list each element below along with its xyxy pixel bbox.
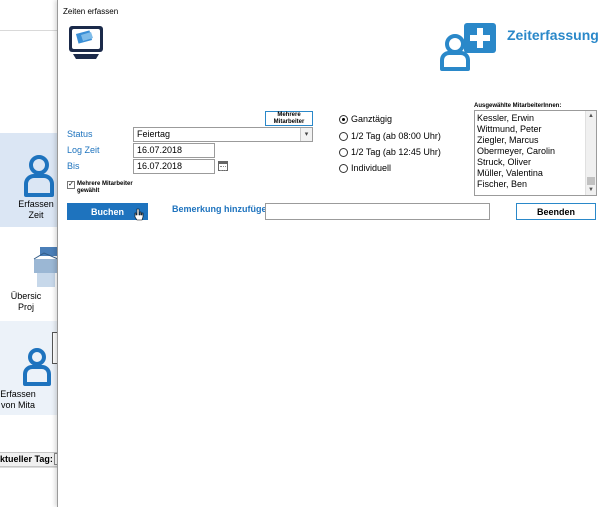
nav-item-uebersicht-projekte[interactable]: Übersic Proj [0, 227, 58, 321]
radio-halb-nachmittag[interactable]: 1/2 Tag (ab 12:45 Uhr) [339, 147, 441, 157]
user-icon [23, 348, 51, 386]
app-logo-icon [69, 26, 103, 59]
status-select[interactable]: Feiertag ▾ [133, 127, 313, 142]
projects-icon [33, 247, 58, 287]
employee-list-item[interactable]: Obermeyer, Carolin [477, 146, 583, 157]
employee-list-item[interactable]: Ziegler, Marcus [477, 135, 583, 146]
employees-list: Kessler, Erwin Wittmund, Peter Ziegler, Ma… [477, 113, 583, 190]
bis-input[interactable]: 16.07.2018 [133, 159, 215, 174]
dialog-title: Zeiten erfassen [63, 7, 119, 16]
employee-list-item[interactable]: Müller, Valentina [477, 168, 583, 179]
side-navigation: Erfassen Zeit Übersic Proj Erfassen von … [0, 133, 58, 423]
radio-halb-vormittag[interactable]: 1/2 Tag (ab 08:00 Uhr) [339, 131, 441, 141]
employees-list-title: Ausgewählte MitarbeiterInnen: [474, 103, 562, 109]
chevron-up-icon[interactable]: ▲ [586, 111, 596, 121]
nav-item-erfassen-zeit[interactable]: Erfassen Zeit [0, 133, 58, 227]
bottom-panel [0, 467, 58, 507]
radio-button[interactable] [339, 163, 348, 173]
radio-label: 1/2 Tag (ab 12:45 Uhr) [351, 147, 441, 157]
scroll-thumb[interactable] [587, 177, 595, 185]
mehrere-mitarbeiter-checkbox[interactable]: ✓ [67, 181, 75, 189]
bemerkung-input[interactable] [265, 203, 490, 220]
zeiten-erfassen-dialog: Zeiten erfassen Zeiterfassung Mehrere Mi… [57, 0, 601, 507]
radio-button[interactable] [339, 147, 348, 157]
beenden-button[interactable]: Beenden [516, 203, 596, 220]
employee-list-item[interactable]: Struck, Oliver [477, 157, 583, 168]
brand-title: Zeiterfassung [507, 27, 599, 43]
employee-list-item[interactable]: Wittmund, Peter [477, 124, 583, 135]
employee-list-item[interactable]: Fischer, Ben [477, 179, 583, 190]
employee-list-item[interactable]: Kessler, Erwin [477, 113, 583, 124]
nav-item-erfassen-mitarbeiter[interactable]: Erfassen von Mita [0, 321, 58, 415]
chevron-down-icon[interactable]: ▼ [586, 185, 596, 195]
log-zeit-input[interactable]: 16.07.2018 [133, 143, 215, 158]
employees-listbox[interactable]: Kessler, Erwin Wittmund, Peter Ziegler, Ma… [474, 110, 597, 196]
status-bar: ktueller Tag: [0, 452, 60, 467]
mehrere-mitarbeiter-checkbox-label: Mehrere Mitarbeiter gewählt [77, 181, 133, 194]
current-day-label: ktueller Tag: [0, 454, 53, 464]
add-user-icon [440, 23, 496, 71]
chevron-down-icon[interactable]: ▾ [300, 128, 312, 141]
radio-label: Individuell [351, 163, 392, 173]
bemerkung-label: Bemerkung hinzufügen: [172, 204, 275, 214]
status-label: Status [67, 129, 93, 139]
radio-individuell[interactable]: Individuell [339, 163, 391, 173]
radio-ganztaegig[interactable]: Ganztägig [339, 114, 392, 124]
hand-cursor-icon [134, 208, 144, 221]
radio-button[interactable] [339, 114, 348, 124]
user-icon [24, 155, 54, 197]
status-select-value: Feiertag [137, 129, 171, 139]
calendar-icon[interactable] [218, 161, 228, 171]
log-zeit-label: Log Zeit [67, 145, 100, 155]
radio-label: 1/2 Tag (ab 08:00 Uhr) [351, 131, 441, 141]
radio-button[interactable] [339, 131, 348, 141]
toolbar-strip [0, 24, 58, 31]
radio-label: Ganztägig [351, 114, 393, 124]
employees-scrollbar[interactable]: ▲ ▼ [585, 111, 596, 195]
bis-label: Bis [67, 161, 80, 171]
mehrere-mitarbeiter-button[interactable]: Mehrere Mitarbeiter [265, 111, 313, 126]
